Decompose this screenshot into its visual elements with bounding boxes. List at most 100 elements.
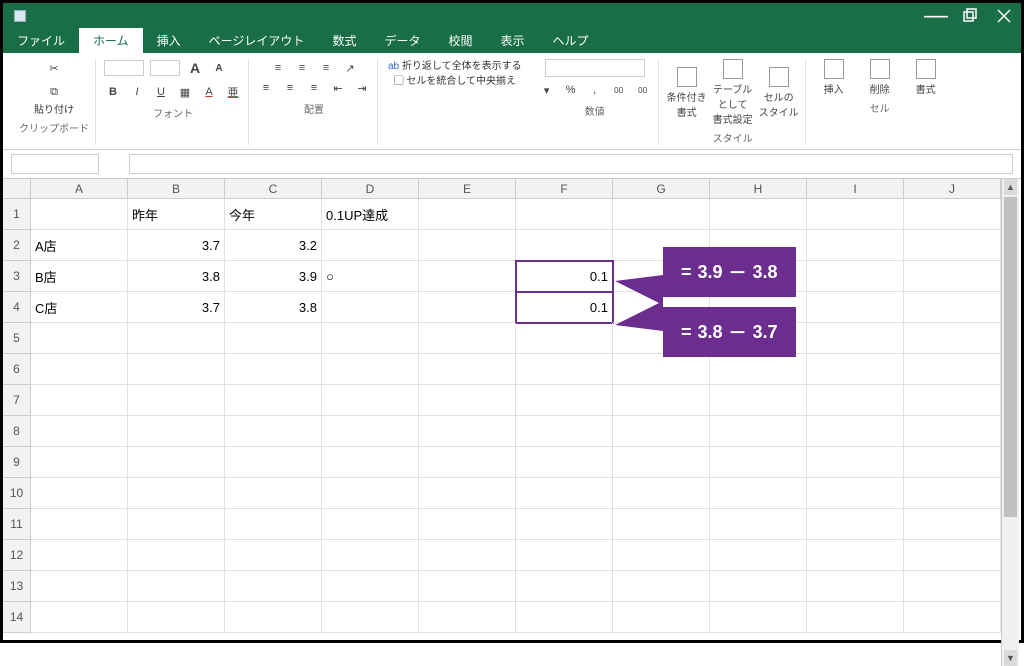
- cell-E7[interactable]: [419, 385, 516, 416]
- cell-C7[interactable]: [225, 385, 322, 416]
- align-mid-icon[interactable]: ≡: [293, 59, 311, 77]
- align-center-icon[interactable]: ≡: [281, 79, 299, 97]
- cell-I7[interactable]: [807, 385, 904, 416]
- cell-A5[interactable]: [31, 323, 128, 354]
- scroll-thumb[interactable]: [1004, 197, 1017, 517]
- cell-J1[interactable]: [904, 199, 1001, 230]
- tab-view[interactable]: 表示: [486, 28, 538, 53]
- row-header-3[interactable]: 3: [3, 261, 31, 292]
- cell-I11[interactable]: [807, 509, 904, 540]
- maximize-button[interactable]: [959, 5, 981, 27]
- cell-C2[interactable]: 3.2: [225, 230, 322, 261]
- cell-C4[interactable]: 3.8: [225, 292, 322, 323]
- insert-button[interactable]: 挿入: [814, 59, 854, 96]
- col-header-B[interactable]: B: [128, 179, 225, 199]
- name-box[interactable]: [11, 154, 99, 174]
- cell-H11[interactable]: [710, 509, 807, 540]
- cell-B1[interactable]: 昨年: [128, 199, 225, 230]
- cell-J6[interactable]: [904, 354, 1001, 385]
- cell-D12[interactable]: [322, 540, 419, 571]
- cell-A9[interactable]: [31, 447, 128, 478]
- cell-I4[interactable]: [807, 292, 904, 323]
- cell-A4[interactable]: C店: [31, 292, 128, 323]
- cell-E10[interactable]: [419, 478, 516, 509]
- border-icon[interactable]: ▦: [176, 83, 194, 101]
- cell-J4[interactable]: [904, 292, 1001, 323]
- cell-C9[interactable]: [225, 447, 322, 478]
- currency-icon[interactable]: ▾: [538, 81, 556, 99]
- cell-B8[interactable]: [128, 416, 225, 447]
- cell-G7[interactable]: [613, 385, 710, 416]
- cell-E11[interactable]: [419, 509, 516, 540]
- cell-F4[interactable]: 0.1: [516, 292, 613, 323]
- cell-G8[interactable]: [613, 416, 710, 447]
- tab-home[interactable]: ホーム: [79, 28, 143, 53]
- cell-B3[interactable]: 3.8: [128, 261, 225, 292]
- italic-button[interactable]: I: [128, 83, 146, 101]
- cell-C8[interactable]: [225, 416, 322, 447]
- cell-C6[interactable]: [225, 354, 322, 385]
- cell-style-button[interactable]: セルの スタイル: [759, 67, 799, 119]
- cell-E2[interactable]: [419, 230, 516, 261]
- cell-H8[interactable]: [710, 416, 807, 447]
- col-header-F[interactable]: F: [516, 179, 613, 199]
- cell-J14[interactable]: [904, 602, 1001, 633]
- paste-button[interactable]: 貼り付け: [32, 103, 76, 118]
- row-header-1[interactable]: 1: [3, 199, 31, 230]
- cell-B13[interactable]: [128, 571, 225, 602]
- cell-F2[interactable]: [516, 230, 613, 261]
- cell-F11[interactable]: [516, 509, 613, 540]
- cell-A2[interactable]: A店: [31, 230, 128, 261]
- cell-B11[interactable]: [128, 509, 225, 540]
- cell-A14[interactable]: [31, 602, 128, 633]
- cell-F14[interactable]: [516, 602, 613, 633]
- cell-B5[interactable]: [128, 323, 225, 354]
- inc-font-icon[interactable]: A: [186, 59, 204, 77]
- cut-icon[interactable]: ✂: [45, 59, 63, 77]
- cell-B9[interactable]: [128, 447, 225, 478]
- merge-center-button[interactable]: ▢ セルを統合して中央揃え: [392, 74, 518, 89]
- row-header-12[interactable]: 12: [3, 540, 31, 571]
- cell-D10[interactable]: [322, 478, 419, 509]
- row-header-4[interactable]: 4: [3, 292, 31, 323]
- row-header-10[interactable]: 10: [3, 478, 31, 509]
- cell-E5[interactable]: [419, 323, 516, 354]
- conditional-format-button[interactable]: 条件付き 書式: [667, 67, 707, 119]
- cell-B12[interactable]: [128, 540, 225, 571]
- cell-D2[interactable]: [322, 230, 419, 261]
- cell-E1[interactable]: [419, 199, 516, 230]
- wrap-text-button[interactable]: ab 折り返して全体を表示する: [386, 59, 524, 74]
- copy-icon[interactable]: ⧉: [45, 83, 63, 101]
- cell-B14[interactable]: [128, 602, 225, 633]
- cell-C11[interactable]: [225, 509, 322, 540]
- table-format-button[interactable]: テーブルとして 書式設定: [713, 59, 753, 126]
- cell-D13[interactable]: [322, 571, 419, 602]
- select-all-corner[interactable]: [3, 179, 31, 199]
- cell-G12[interactable]: [613, 540, 710, 571]
- cell-G1[interactable]: [613, 199, 710, 230]
- tab-data[interactable]: データ: [370, 28, 434, 53]
- cell-J12[interactable]: [904, 540, 1001, 571]
- cell-D1[interactable]: 0.1UP達成: [322, 199, 419, 230]
- minimize-button[interactable]: —: [925, 5, 947, 27]
- cell-H1[interactable]: [710, 199, 807, 230]
- cell-H10[interactable]: [710, 478, 807, 509]
- cell-F9[interactable]: [516, 447, 613, 478]
- cell-F1[interactable]: [516, 199, 613, 230]
- cell-F13[interactable]: [516, 571, 613, 602]
- cell-J13[interactable]: [904, 571, 1001, 602]
- cell-J5[interactable]: [904, 323, 1001, 354]
- cell-F6[interactable]: [516, 354, 613, 385]
- delete-button[interactable]: 削除: [860, 59, 900, 96]
- bold-button[interactable]: B: [104, 83, 122, 101]
- cell-J9[interactable]: [904, 447, 1001, 478]
- cell-I5[interactable]: [807, 323, 904, 354]
- cell-E14[interactable]: [419, 602, 516, 633]
- cell-E3[interactable]: [419, 261, 516, 292]
- cell-F5[interactable]: [516, 323, 613, 354]
- cell-E13[interactable]: [419, 571, 516, 602]
- spreadsheet-grid[interactable]: ABCDEFGHIJ1昨年今年0.1UP達成2A店3.73.23B店3.83.9…: [3, 179, 1001, 666]
- cell-D6[interactable]: [322, 354, 419, 385]
- col-header-G[interactable]: G: [613, 179, 710, 199]
- cell-A1[interactable]: [31, 199, 128, 230]
